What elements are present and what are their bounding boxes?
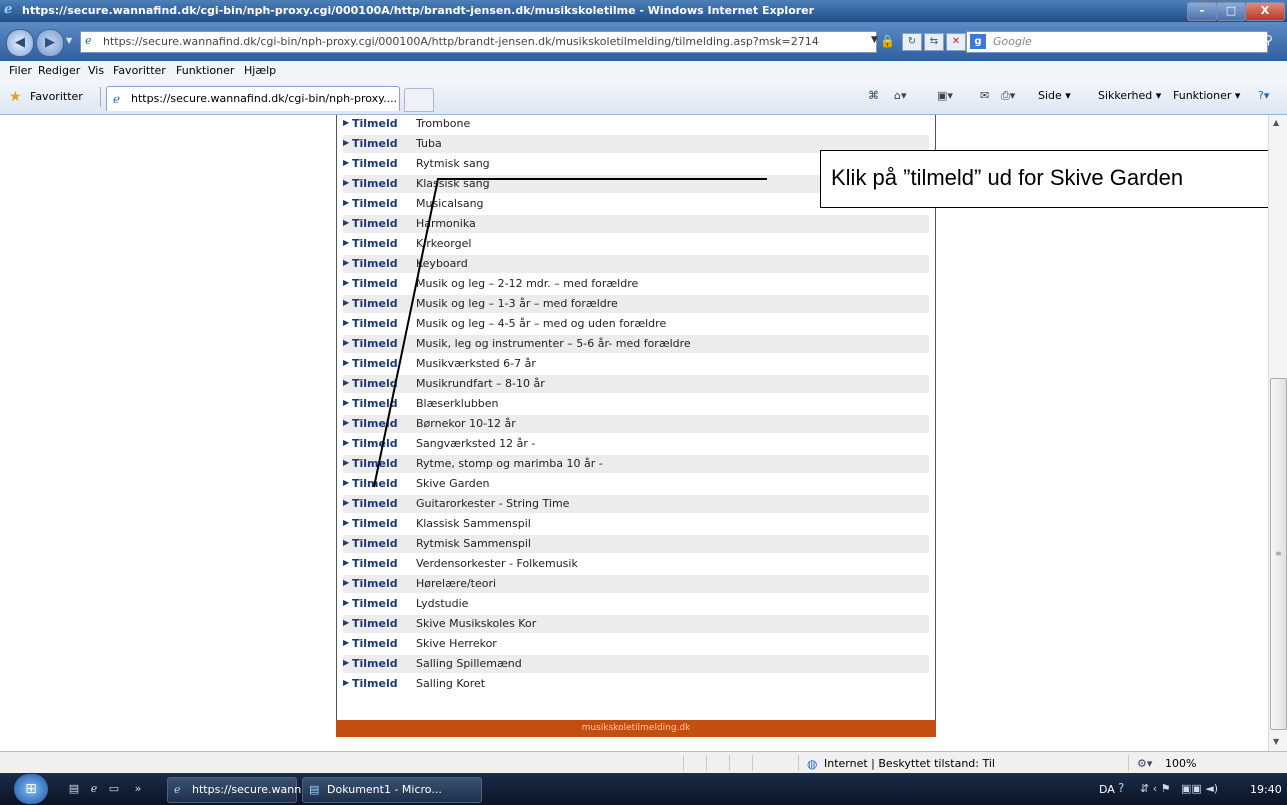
status-divider	[752, 755, 753, 771]
print-icon[interactable]: ⎙▾	[1001, 89, 1015, 103]
clock[interactable]: 19:40	[1250, 783, 1282, 796]
start-button[interactable]: ⊞	[14, 774, 48, 804]
maximize-button[interactable]: □	[1216, 2, 1246, 21]
help-tray-icon[interactable]: ?	[1118, 781, 1124, 795]
menu-favoritter[interactable]: Favoritter	[113, 64, 166, 77]
scroll-up-icon[interactable]: ▲	[1273, 118, 1279, 127]
status-divider	[1128, 755, 1129, 771]
grip-icon: ≡	[1275, 549, 1282, 558]
rss-icon[interactable]: ▣▾	[937, 89, 953, 102]
ie-quicklaunch-icon[interactable]: ℯ	[86, 782, 102, 796]
address-toolbar: ◀ ▶ ▼ ℯ https://secure.wannafind.dk/cgi-…	[0, 22, 1287, 61]
close-button[interactable]: X	[1245, 2, 1285, 21]
ie-tab-icon: ℯ	[113, 92, 121, 106]
annotation-text: Klik på ”tilmeld” ud for Skive Garden	[831, 165, 1184, 190]
minimize-button[interactable]: –	[1187, 2, 1217, 21]
refresh-icon[interactable]: ↻	[902, 33, 922, 51]
scroll-thumb[interactable]: ≡	[1270, 378, 1287, 730]
title-bar: ℯ https://secure.wannafind.dk/cgi-bin/np…	[0, 0, 1287, 22]
tab-label: https://secure.wannafind.dk/cgi-bin/nph-…	[131, 92, 398, 105]
new-tab-button[interactable]	[404, 88, 434, 112]
side-menu[interactable]: Side ▾	[1038, 89, 1071, 102]
window-title: https://secure.wannafind.dk/cgi-bin/nph-…	[22, 4, 815, 17]
help-icon[interactable]: ?▾	[1258, 89, 1269, 102]
word-task-label: Dokument1 - Micro...	[327, 783, 442, 796]
separator	[100, 87, 101, 107]
menu-filer[interactable]: Filer	[9, 64, 32, 77]
feeds-icon[interactable]: ⌘	[868, 89, 879, 102]
annotation-box: Klik på ”tilmeld” ud for Skive Garden	[820, 150, 1268, 208]
favorites-bar: ★ Favoritter ℯ https://secure.wannafind.…	[0, 81, 1287, 115]
favorites-button[interactable]: Favoritter	[30, 90, 83, 103]
compatibility-icon[interactable]: ⇆	[924, 33, 944, 51]
page-icon: ℯ	[85, 34, 92, 47]
address-bar[interactable]: ℯ https://secure.wannafind.dk/cgi-bin/np…	[80, 31, 878, 53]
menu-rediger[interactable]: Rediger	[38, 64, 80, 77]
tray-icons[interactable]: ⇵ ‹ ⚑ ▣▣ ◄)	[1140, 782, 1218, 795]
taskbar: ⊞ ▤ ℯ ▭ » ℯ https://secure.wann... ▤ Dok…	[0, 773, 1287, 805]
quicklaunch-more-icon[interactable]: »	[130, 782, 146, 796]
show-desktop-icon[interactable]: ▤	[66, 782, 82, 796]
page-content: ▶ Tilmeld Trombone ▶ Tilmeld Tuba ▶ Tilmeld Rytm…	[0, 115, 1268, 751]
search-icon[interactable]: ⚲	[1264, 33, 1273, 47]
ie-icon: ℯ	[4, 2, 13, 17]
word-taskbar-button[interactable]: ▤ Dokument1 - Micro...	[302, 777, 482, 803]
address-dropdown-icon[interactable]: ▼	[871, 35, 878, 45]
google-logo-icon: g	[970, 34, 986, 49]
annotation-callout-line	[373, 178, 767, 488]
menu-hjaelp[interactable]: Hjælp	[244, 64, 276, 77]
security-zone[interactable]: Internet | Beskyttet tilstand: Til	[824, 757, 995, 770]
favorites-star-icon[interactable]: ★	[9, 89, 22, 105]
ie-taskbar-button[interactable]: ℯ https://secure.wann...	[167, 777, 312, 803]
stop-icon[interactable]: ✕	[946, 33, 966, 51]
tab-active[interactable]: ℯ https://secure.wannafind.dk/cgi-bin/np…	[106, 86, 400, 111]
menu-bar: Filer Rediger Vis Favoritter Funktioner …	[0, 61, 1287, 82]
back-button[interactable]: ◀	[6, 29, 34, 57]
language-indicator[interactable]: DA	[1099, 783, 1115, 796]
zoom-icon[interactable]: ⚙▾	[1137, 757, 1152, 770]
mail-icon[interactable]: ✉	[980, 89, 989, 102]
window-switch-icon[interactable]: ▭	[106, 782, 122, 796]
address-url[interactable]: https://secure.wannafind.dk/cgi-bin/nph-…	[103, 35, 819, 48]
status-divider	[683, 755, 684, 771]
search-placeholder: Google	[993, 35, 1032, 48]
status-bar: ◍ Internet | Beskyttet tilstand: Til ⚙▾ …	[0, 751, 1287, 774]
status-divider	[798, 755, 799, 771]
home-icon[interactable]: ⌂▾	[894, 89, 907, 102]
zoom-level[interactable]: 100%	[1165, 757, 1196, 770]
forward-button[interactable]: ▶	[36, 29, 64, 57]
ie-icon: ℯ	[174, 783, 181, 796]
status-divider	[729, 755, 730, 771]
status-divider	[706, 755, 707, 771]
word-icon: ▤	[309, 783, 320, 796]
vertical-scrollbar[interactable]: ▲ ≡ ▼	[1268, 115, 1287, 751]
globe-icon: ◍	[807, 757, 818, 771]
scroll-down-icon[interactable]: ▼	[1273, 737, 1279, 746]
sikkerhed-menu[interactable]: Sikkerhed ▾	[1098, 89, 1161, 102]
lock-icon[interactable]: 🔒	[880, 34, 895, 48]
recent-pages-dropdown-icon[interactable]: ▼	[66, 36, 72, 45]
search-input[interactable]: g Google	[966, 31, 1268, 53]
funktioner-menu[interactable]: Funktioner ▾	[1173, 89, 1240, 102]
menu-vis[interactable]: Vis	[88, 64, 104, 77]
menu-funktioner[interactable]: Funktioner	[176, 64, 234, 77]
ie-task-label: https://secure.wann...	[192, 783, 312, 796]
